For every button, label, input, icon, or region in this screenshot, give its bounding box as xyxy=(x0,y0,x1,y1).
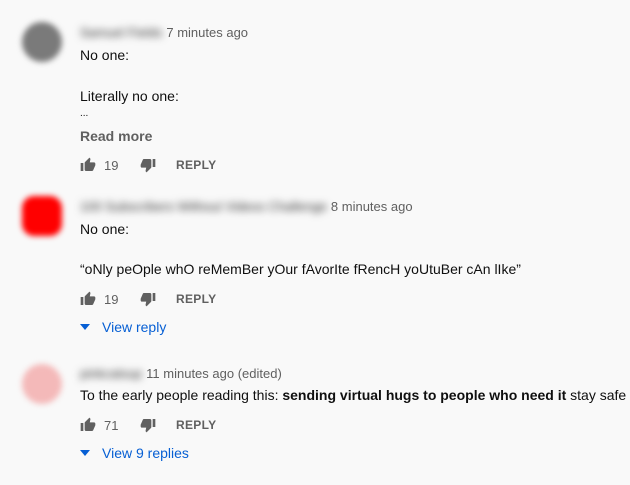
like-button[interactable] xyxy=(80,291,96,307)
like-count: 19 xyxy=(104,157,119,173)
thumbs-up-icon xyxy=(80,291,96,305)
avatar[interactable] xyxy=(22,364,62,404)
comment-actions: 19 REPLY xyxy=(80,155,216,175)
comment-text-part: To the early people reading this: xyxy=(80,387,283,403)
comment-text-line: ... xyxy=(80,108,89,119)
dislike-button[interactable] xyxy=(140,417,156,433)
read-more-link[interactable]: Read more xyxy=(80,128,152,144)
view-replies-label: View reply xyxy=(102,319,167,335)
thumbs-down-icon xyxy=(140,159,156,173)
comment-actions: 71 REPLY xyxy=(80,415,216,435)
like-count: 19 xyxy=(104,291,119,307)
comment-text-line: Literally no one: xyxy=(80,88,179,104)
comment-timestamp[interactable]: 7 minutes ago xyxy=(166,25,248,40)
avatar[interactable] xyxy=(22,196,62,236)
author-name[interactable]: 100 Subscribers Without Videos Challenge xyxy=(80,199,327,214)
view-replies-button[interactable]: View reply xyxy=(80,317,166,337)
reply-button[interactable]: REPLY xyxy=(176,158,216,172)
comment-header: Samuel Fields 7 minutes ago xyxy=(80,22,248,42)
author-name[interactable]: pinkcatsup xyxy=(80,366,142,381)
comment-timestamp[interactable]: 11 minutes ago (edited) xyxy=(146,366,282,381)
comment-actions: 19 REPLY xyxy=(80,289,216,309)
comment-text-bold: sending virtual hugs to people who need … xyxy=(282,387,567,403)
caret-down-icon xyxy=(80,324,90,330)
comment-timestamp[interactable]: 8 minutes ago xyxy=(331,199,413,214)
reply-button[interactable]: REPLY xyxy=(176,418,216,432)
like-button[interactable] xyxy=(80,157,96,173)
comment-text-line: No one: xyxy=(80,47,130,63)
author-name[interactable]: Samuel Fields xyxy=(80,25,162,40)
thumbs-down-icon xyxy=(140,419,156,433)
avatar[interactable] xyxy=(22,22,62,62)
view-replies-button[interactable]: View 9 replies xyxy=(80,443,189,463)
caret-down-icon xyxy=(80,450,90,456)
comment-text-part: stay safe xyxy=(566,387,627,403)
reply-button[interactable]: REPLY xyxy=(176,292,216,306)
thumbs-up-icon xyxy=(80,417,96,431)
like-button[interactable] xyxy=(80,417,96,433)
comment-text-line: “oNly peOple whO reMemBer yOur fAvorIte … xyxy=(80,261,521,277)
comment-header: pinkcatsup 11 minutes ago (edited) xyxy=(80,363,282,383)
comment-header: 100 Subscribers Without Videos Challenge… xyxy=(80,196,413,216)
thumbs-up-icon xyxy=(80,157,96,171)
dislike-button[interactable] xyxy=(140,157,156,173)
view-replies-label: View 9 replies xyxy=(102,445,189,461)
like-count: 71 xyxy=(104,417,119,433)
dislike-button[interactable] xyxy=(140,291,156,307)
thumbs-down-icon xyxy=(140,293,156,307)
comment-text: To the early people reading this: sendin… xyxy=(80,385,626,405)
comment-text-line: No one: xyxy=(80,221,130,237)
